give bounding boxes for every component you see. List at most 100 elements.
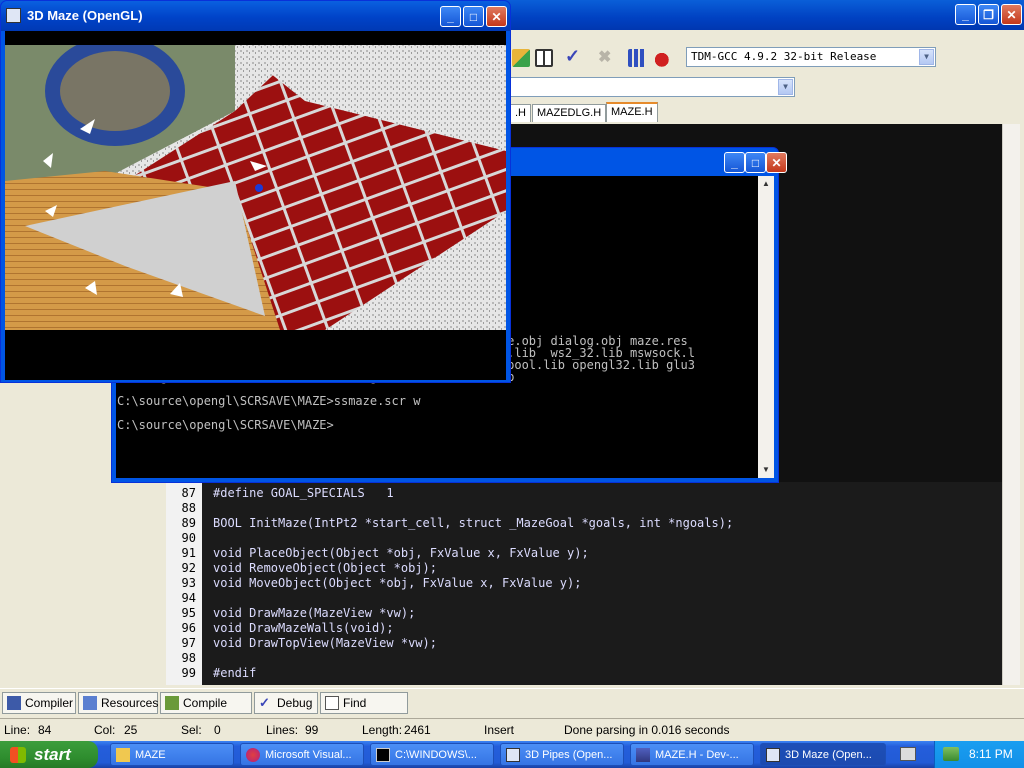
tab-maze-h[interactable]: MAZE.H [606, 102, 658, 122]
code-line: #endif [213, 666, 257, 680]
status-line-value: 84 [38, 723, 52, 737]
line-number: 98 [181, 651, 196, 665]
maze-3d-view[interactable] [5, 31, 506, 380]
compiler-select-value: TDM-GCC 4.9.2 32-bit Release [691, 50, 877, 63]
console-minimize-button[interactable]: _ [724, 152, 745, 173]
visual-studio-icon [246, 748, 260, 762]
tab-resources-label: Resources [101, 696, 159, 710]
compiler-icon [7, 696, 21, 710]
app-window-icon [766, 748, 780, 762]
bottom-panel-tabs: Compiler Resources Compile Log ✓ Debug F… [0, 688, 1024, 730]
compiler-select[interactable]: TDM-GCC 4.9.2 32-bit Release ▼ [686, 47, 936, 67]
gl-maze-window: 3D Maze (OpenGL) _ □ ✕ [0, 0, 511, 383]
editor-scrollbar[interactable] [1002, 124, 1020, 685]
start-button[interactable]: start [0, 741, 98, 768]
gl-close-button[interactable]: ✕ [486, 6, 507, 27]
chevron-down-icon[interactable]: ▼ [919, 49, 934, 65]
gl-minimize-button[interactable]: _ [440, 6, 461, 27]
app-window-icon [506, 748, 520, 762]
scroll-down-icon[interactable]: ▼ [758, 462, 774, 478]
taskbar-item-3d-pipes[interactable]: 3D Pipes (Open... [500, 743, 624, 766]
line-number: 99 [181, 666, 196, 680]
taskbar-item-3d-maze[interactable]: 3D Maze (Open... [760, 743, 886, 766]
console-line: C:\source\opengl\SCRSAVE\MAZE>ssmaze.scr… [117, 394, 421, 408]
system-tray: 8:11 PM [934, 741, 1024, 768]
tab-compile-log[interactable]: Compile Log [160, 692, 252, 730]
gl-window-title: 3D Maze (OpenGL) [27, 8, 143, 23]
function-select[interactable]: ▼ [510, 77, 795, 97]
delete-profile-icon[interactable] [651, 49, 669, 67]
find-icon [325, 696, 339, 710]
console-icon [376, 748, 390, 762]
profile-chart-icon[interactable] [628, 49, 646, 67]
status-line-label: Line: [4, 723, 31, 737]
taskbar-item-label: C:\WINDOWS\... [395, 749, 477, 761]
ide-minimize-button[interactable]: _ [955, 4, 976, 25]
tab-find-results[interactable]: Find Results [320, 692, 408, 730]
code-line: void DrawTopView(MazeView *vw); [213, 636, 437, 650]
grid-icon[interactable] [535, 49, 553, 67]
gl-title-bar[interactable]: 3D Maze (OpenGL) _ □ ✕ [1, 1, 510, 31]
code-line: void PlaceObject(Object *obj, FxValue x,… [213, 546, 589, 560]
tab-resources[interactable]: Resources [78, 692, 158, 714]
compile-log-icon [165, 696, 179, 710]
clock[interactable]: 8:11 PM [969, 741, 1013, 768]
taskbar-item-devcpp[interactable]: MAZE.H - Dev-... [630, 743, 754, 766]
line-number: 90 [181, 531, 196, 545]
devcpp-icon [636, 748, 650, 762]
maze-scene [5, 31, 506, 380]
tab-debug-label: Debug [277, 696, 313, 710]
check-syntax-icon[interactable]: ✓ [565, 46, 580, 67]
line-number: 96 [181, 621, 196, 635]
code-editor[interactable]: 87 #define GOAL_SPECIALS 1 88 89 BOOL InitMa… [166, 482, 1002, 685]
line-number: 88 [181, 501, 196, 515]
tab-mazedlg-h[interactable]: MAZEDLG.H [532, 104, 607, 122]
console-close-button[interactable]: ✕ [766, 152, 787, 173]
network-icon[interactable] [943, 747, 959, 761]
status-sel-label: Sel: [181, 723, 202, 737]
status-message: Done parsing in 0.016 seconds [564, 723, 730, 737]
line-number: 92 [181, 561, 196, 575]
app-window-icon [6, 8, 21, 23]
scroll-up-icon[interactable]: ▲ [758, 176, 774, 192]
status-lines-value: 99 [305, 723, 319, 737]
line-number: 91 [181, 546, 196, 560]
toggle-view-icon[interactable] [512, 49, 530, 67]
code-line: void MoveObject(Object *obj, FxValue x, … [213, 576, 582, 590]
taskbar-item-label: Microsoft Visual... [265, 749, 352, 761]
line-number: 89 [181, 516, 196, 530]
taskbar-item-cmd[interactable]: C:\WINDOWS\... [370, 743, 494, 766]
taskbar: start MAZE Microsoft Visual... C:\WINDOW… [0, 741, 1024, 768]
keyboard-icon[interactable] [900, 747, 916, 761]
tab-compiler[interactable]: Compiler [2, 692, 76, 714]
taskbar-item-label: MAZE.H - Dev-... [655, 749, 739, 761]
tab-file-h[interactable]: .H [510, 104, 531, 122]
windows-logo-icon [10, 747, 26, 763]
line-number: 93 [181, 576, 196, 590]
line-number: 87 [181, 486, 196, 500]
status-length-value: 2461 [404, 723, 431, 737]
status-lines-label: Lines: [266, 723, 299, 737]
gl-maximize-button[interactable]: □ [463, 6, 484, 27]
taskbar-item-label: 3D Maze (Open... [785, 749, 872, 761]
console-line: C:\source\opengl\SCRSAVE\MAZE> [117, 418, 334, 432]
chevron-down-icon[interactable]: ▼ [778, 79, 793, 95]
status-col-label: Col: [94, 723, 116, 737]
code-line: void RemoveObject(Object *obj); [213, 561, 437, 575]
ide-maximize-button[interactable]: ❐ [978, 4, 999, 25]
status-mode: Insert [484, 723, 515, 737]
stop-icon[interactable]: ✖ [598, 47, 611, 67]
check-icon: ✓ [259, 695, 270, 710]
ide-close-button[interactable]: ✕ [1001, 4, 1022, 25]
resources-icon [83, 696, 97, 710]
tab-compiler-label: Compiler [25, 696, 74, 710]
start-label: start [34, 745, 71, 764]
ide-toolbar: ✓ ✖ TDM-GCC 4.9.2 32-bit Release ▼ ▼ [510, 30, 1024, 100]
taskbar-item-visual-studio[interactable]: Microsoft Visual... [240, 743, 364, 766]
tab-debug[interactable]: ✓ Debug [254, 692, 318, 714]
taskbar-item-maze-folder[interactable]: MAZE [110, 743, 234, 766]
status-sel-value: 0 [214, 723, 221, 737]
console-maximize-button[interactable]: □ [745, 152, 766, 173]
console-scrollbar[interactable]: ▲ ▼ [758, 176, 774, 478]
taskbar-item-label: 3D Pipes (Open... [525, 749, 613, 761]
